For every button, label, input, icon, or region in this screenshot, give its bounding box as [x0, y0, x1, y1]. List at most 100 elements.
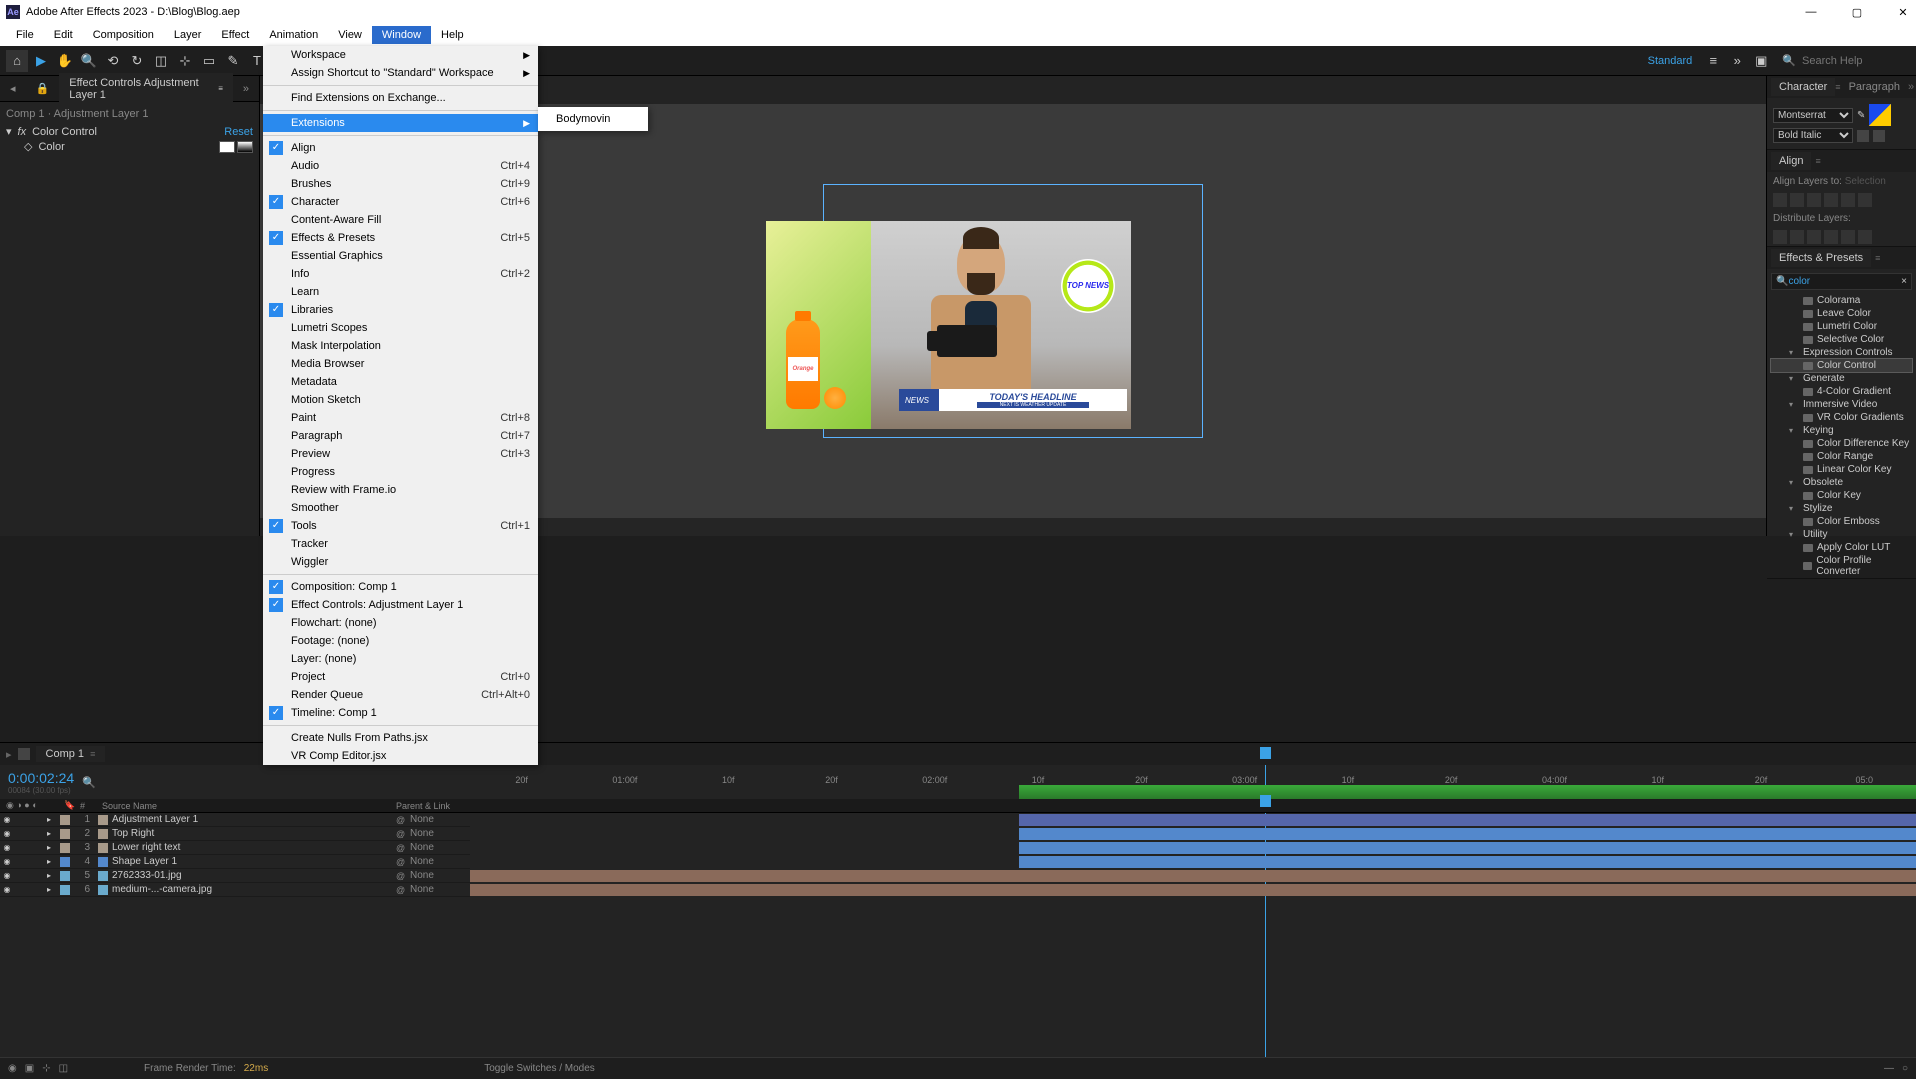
parent-dropdown[interactable]: None	[410, 842, 470, 853]
menu-item[interactable]: Assign Shortcut to "Standard" Workspace▶	[263, 64, 538, 82]
reset-workspace-icon[interactable]: »	[1726, 50, 1748, 72]
layer-bar[interactable]	[1019, 856, 1916, 868]
effects-tree-item[interactable]: ▾Utility	[1771, 528, 1912, 541]
menu-item[interactable]: Wiggler	[263, 553, 538, 571]
effects-presets-tab[interactable]: Effects & Presets	[1771, 249, 1871, 267]
twirl-icon[interactable]: ▾	[6, 125, 12, 138]
eyedropper-icon[interactable]	[237, 141, 253, 153]
menu-item[interactable]: Media Browser	[263, 355, 538, 373]
effects-tree-item[interactable]: Color Range	[1771, 450, 1912, 463]
pen-tool[interactable]: ✎	[222, 50, 244, 72]
twirl-icon[interactable]: ▸	[42, 885, 56, 894]
effects-tree-item[interactable]: ▾Expression Controls	[1771, 346, 1912, 359]
stopwatch-icon[interactable]: ◇	[24, 140, 32, 153]
menu-item[interactable]: ✓ToolsCtrl+1	[263, 517, 538, 535]
workspace-name[interactable]: Standard	[1640, 55, 1701, 67]
align-bottom-icon[interactable]	[1858, 193, 1872, 207]
menu-item[interactable]: ✓Composition: Comp 1	[263, 578, 538, 596]
layer-name[interactable]: 2762333-01.jpg	[112, 870, 396, 881]
visibility-icon[interactable]: ◉	[0, 829, 14, 838]
menu-item[interactable]: Progress	[263, 463, 538, 481]
zoom-tool[interactable]: 🔍	[78, 50, 100, 72]
visibility-icon[interactable]: ◉	[0, 885, 14, 894]
rotate-tool[interactable]: ↻	[126, 50, 148, 72]
toggle-switches-modes[interactable]: Toggle Switches / Modes	[484, 1063, 1876, 1074]
twirl-icon[interactable]: ▸	[42, 829, 56, 838]
font-style-select[interactable]: Bold Italic	[1773, 128, 1853, 143]
menu-edit[interactable]: Edit	[44, 26, 83, 44]
timeline-layer-row[interactable]: ◉▸1Adjustment Layer 1@None	[0, 813, 470, 827]
align-to-value[interactable]: Selection	[1845, 176, 1886, 187]
menu-item[interactable]: Workspace▶	[263, 46, 538, 64]
parent-dropdown[interactable]: None	[410, 814, 470, 825]
layer-bar[interactable]	[470, 884, 1916, 896]
fill-icon[interactable]	[1857, 130, 1869, 142]
menu-item[interactable]: Create Nulls From Paths.jsx	[263, 729, 538, 747]
label-color[interactable]	[60, 871, 70, 881]
menu-item[interactable]: Layer: (none)	[263, 650, 538, 668]
visibility-icon[interactable]: ◉	[0, 871, 14, 880]
visibility-icon[interactable]: ◉	[0, 857, 14, 866]
work-area-bar[interactable]	[1019, 785, 1916, 799]
camera-tool[interactable]: ◫	[150, 50, 172, 72]
pickwhip-icon[interactable]: @	[396, 843, 410, 853]
selection-tool[interactable]: ▶	[30, 50, 52, 72]
align-tab[interactable]: Align	[1771, 152, 1811, 170]
dist-3-icon[interactable]	[1807, 230, 1821, 244]
align-hcenter-icon[interactable]	[1790, 193, 1804, 207]
menu-item[interactable]: ✓Libraries	[263, 301, 538, 319]
paragraph-tab[interactable]: Paragraph	[1841, 78, 1908, 96]
menu-item[interactable]: Mask Interpolation	[263, 337, 538, 355]
font-family-select[interactable]: Montserrat	[1773, 108, 1853, 123]
dist-6-icon[interactable]	[1858, 230, 1872, 244]
timeline-layer-row[interactable]: ◉▸4Shape Layer 1@None	[0, 855, 470, 869]
render-queue-icon[interactable]: ▸	[6, 748, 12, 761]
parent-dropdown[interactable]: None	[410, 870, 470, 881]
menu-item[interactable]: Footage: (none)	[263, 632, 538, 650]
menu-item[interactable]: Smoother	[263, 499, 538, 517]
pickwhip-icon[interactable]: @	[396, 871, 410, 881]
sb-icon-1[interactable]: ◉	[8, 1063, 17, 1074]
layer-name[interactable]: Top Right	[112, 828, 396, 839]
layer-bar[interactable]	[1019, 842, 1916, 854]
menu-animation[interactable]: Animation	[259, 26, 328, 44]
maximize-button[interactable]: ▢	[1850, 6, 1864, 19]
orbit-tool[interactable]: ⟲	[102, 50, 124, 72]
eyedropper-icon[interactable]: ✎	[1857, 110, 1865, 121]
menu-item[interactable]: ✓Effect Controls: Adjustment Layer 1	[263, 596, 538, 614]
menu-item[interactable]: PaintCtrl+8	[263, 409, 538, 427]
twirl-icon[interactable]: ▸	[42, 843, 56, 852]
home-button[interactable]: ⌂	[6, 50, 28, 72]
timeline-layer-row[interactable]: ◉▸2Top Right@None	[0, 827, 470, 841]
menu-item[interactable]: Essential Graphics	[263, 247, 538, 265]
col-parent[interactable]: Parent & Link	[390, 801, 470, 811]
minimize-button[interactable]: —	[1804, 6, 1818, 19]
effects-tree-item[interactable]: ▾Generate	[1771, 372, 1912, 385]
menu-effect[interactable]: Effect	[211, 26, 259, 44]
menu-item[interactable]: Learn	[263, 283, 538, 301]
character-tab[interactable]: Character	[1771, 78, 1835, 96]
parent-dropdown[interactable]: None	[410, 884, 470, 895]
menu-layer[interactable]: Layer	[164, 26, 212, 44]
menu-item[interactable]: AudioCtrl+4	[263, 157, 538, 175]
layer-bar[interactable]	[1019, 828, 1916, 840]
clear-search-icon[interactable]: ×	[1901, 276, 1907, 287]
color-preview[interactable]	[1869, 104, 1891, 126]
label-color[interactable]	[60, 815, 70, 825]
effects-tree-item[interactable]: Color Difference Key	[1771, 437, 1912, 450]
menu-item[interactable]: InfoCtrl+2	[263, 265, 538, 283]
pickwhip-icon[interactable]: @	[396, 815, 410, 825]
effects-tree-item[interactable]: 4-Color Gradient	[1771, 385, 1912, 398]
panel-tab-lock[interactable]: 🔒	[26, 78, 60, 99]
dist-2-icon[interactable]	[1790, 230, 1804, 244]
dist-5-icon[interactable]	[1841, 230, 1855, 244]
visibility-icon[interactable]: ◉	[0, 843, 14, 852]
align-left-icon[interactable]	[1773, 193, 1787, 207]
stroke-icon[interactable]	[1873, 130, 1885, 142]
menu-item[interactable]: Metadata	[263, 373, 538, 391]
panel-tab-next[interactable]: »	[233, 79, 259, 99]
timeline-layer-row[interactable]: ◉▸6medium-...-camera.jpg@None	[0, 883, 470, 897]
menu-item[interactable]: PreviewCtrl+3	[263, 445, 538, 463]
layer-name[interactable]: medium-...-camera.jpg	[112, 884, 396, 895]
menu-item[interactable]: Motion Sketch	[263, 391, 538, 409]
